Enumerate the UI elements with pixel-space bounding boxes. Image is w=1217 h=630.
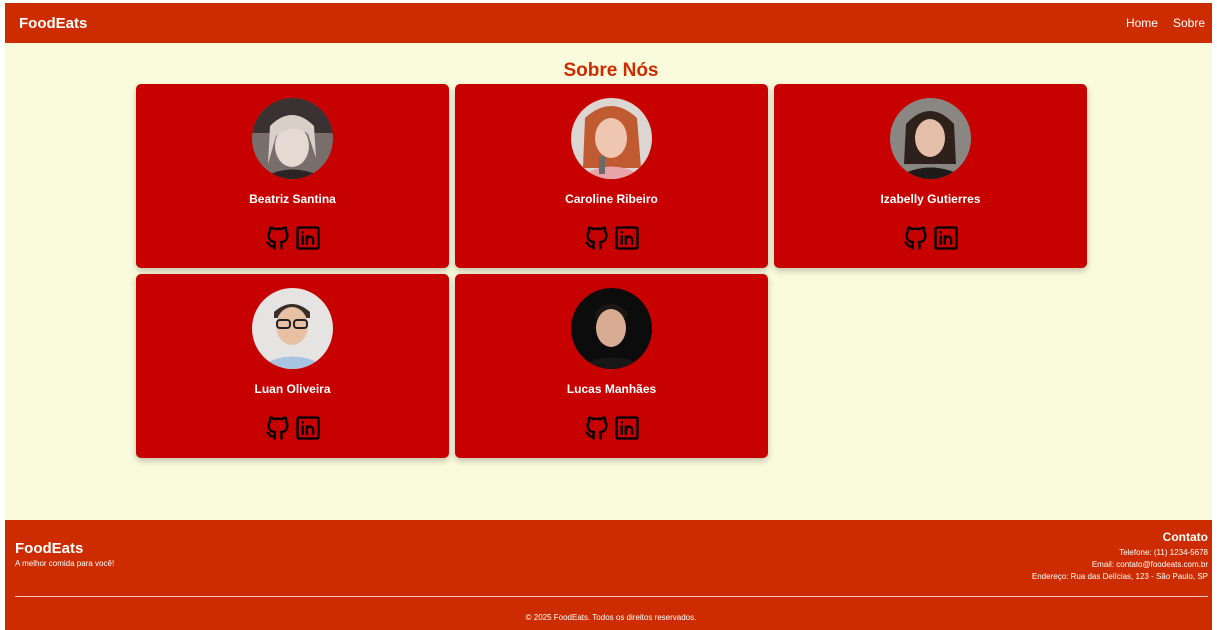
copyright: © 2025 FoodEats. Todos os direitos reser… [525, 613, 697, 622]
team-member-card: Izabelly Gutierres [774, 84, 1087, 268]
member-name: Izabelly Gutierres [880, 192, 981, 206]
member-name: Beatriz Santina [249, 192, 336, 206]
avatar [571, 288, 652, 369]
social-links [136, 414, 449, 442]
member-name: Caroline Ribeiro [565, 192, 658, 206]
social-links [136, 224, 449, 252]
footer-divider [15, 596, 1208, 597]
contact-block: Contato Telefone: (11) 1234-5678 Email: … [1032, 530, 1208, 583]
avatar [890, 98, 971, 179]
avatar [571, 98, 652, 179]
team-member-card: Beatriz Santina [136, 84, 449, 268]
navbar: FoodEats Home Sobre [5, 3, 1212, 43]
footer: FoodEats A melhor comida para você! Cont… [5, 520, 1212, 630]
footer-tagline: A melhor comida para você! [15, 559, 115, 568]
github-icon[interactable] [583, 224, 611, 252]
social-links [455, 224, 768, 252]
brand-logo-link[interactable]: FoodEats [19, 15, 87, 32]
nav-links: Home Sobre [1126, 16, 1205, 30]
github-icon[interactable] [583, 414, 611, 442]
contact-phone: Telefone: (11) 1234-5678 [1119, 548, 1208, 557]
contact-address: Endereço: Rua das Delícias, 123 - São Pa… [1031, 572, 1208, 581]
github-icon[interactable] [902, 224, 930, 252]
page-frame: FoodEats Home Sobre Sobre Nós Beatriz Sa… [5, 3, 1212, 630]
nav-link-home[interactable]: Home [1126, 16, 1158, 30]
team-member-card: Caroline Ribeiro [455, 84, 768, 268]
linkedin-icon[interactable] [613, 224, 641, 252]
linkedin-icon[interactable] [294, 414, 322, 442]
social-links [455, 414, 768, 442]
github-icon[interactable] [264, 414, 292, 442]
member-name: Lucas Manhães [566, 382, 657, 396]
avatar [252, 288, 333, 369]
team-member-card: Luan Oliveira [136, 274, 449, 458]
linkedin-icon[interactable] [613, 414, 641, 442]
footer-brand: FoodEats [15, 540, 84, 557]
member-name: Luan Oliveira [254, 382, 331, 396]
contact-email: Email: contato@foodeats.com.br [1091, 560, 1208, 569]
avatar [252, 98, 333, 179]
nav-link-sobre[interactable]: Sobre [1173, 16, 1205, 30]
page-title: Sobre Nós [563, 60, 659, 81]
linkedin-icon[interactable] [932, 224, 960, 252]
social-links [774, 224, 1087, 252]
team-member-card: Lucas Manhães [455, 274, 768, 458]
contact-title: Contato [1162, 530, 1208, 544]
linkedin-icon[interactable] [294, 224, 322, 252]
github-icon[interactable] [264, 224, 292, 252]
